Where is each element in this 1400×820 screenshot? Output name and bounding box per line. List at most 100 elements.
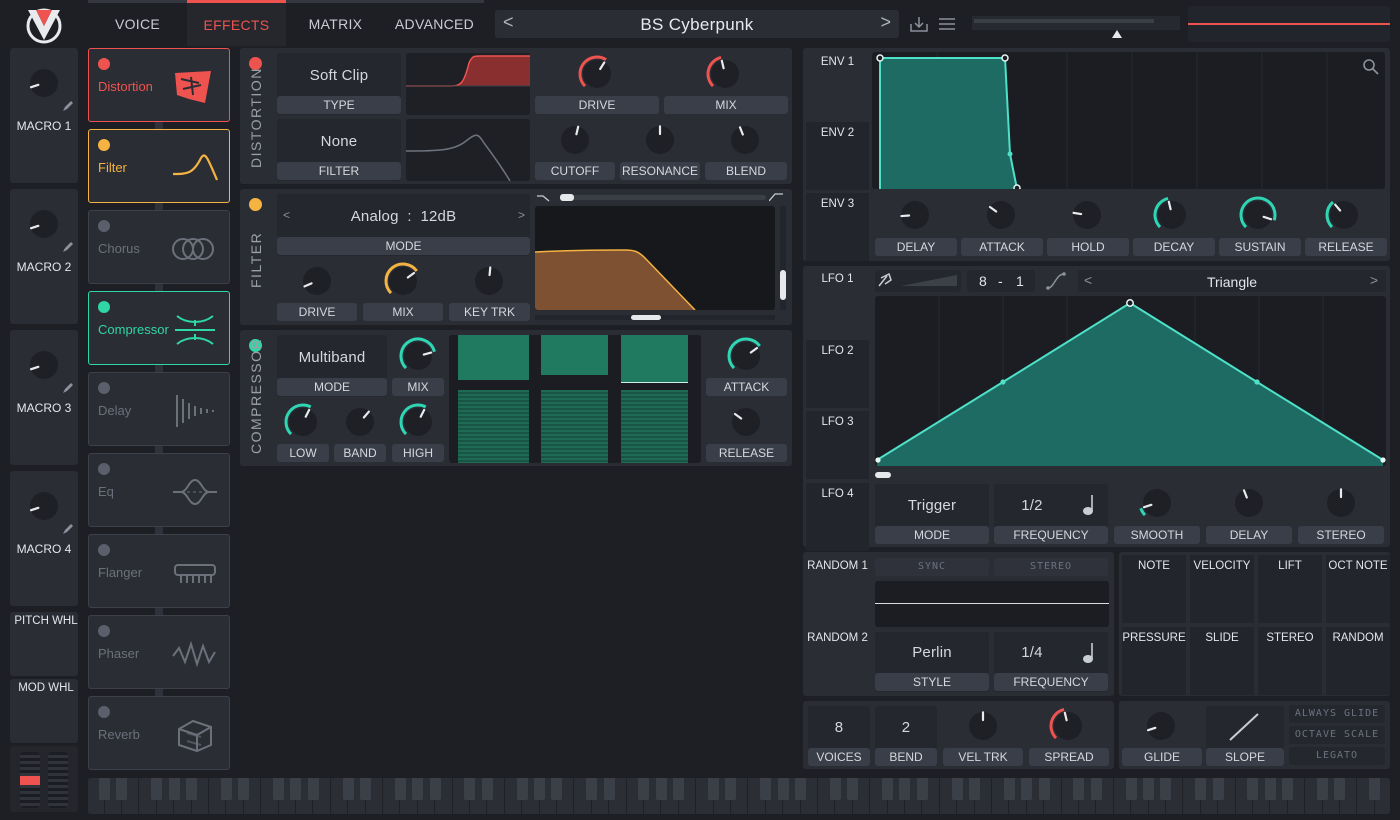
effect-slot-reverb[interactable]: Reverb — [88, 696, 230, 770]
black-key[interactable] — [1073, 778, 1085, 800]
black-key[interactable] — [1143, 778, 1154, 800]
env-slot-2[interactable]: ENV 2 — [806, 122, 869, 190]
distortion-drive-knob[interactable] — [577, 54, 617, 94]
effect-slot-compressor[interactable]: Compressor — [88, 291, 230, 365]
macro-knob[interactable] — [24, 204, 64, 244]
black-key[interactable] — [847, 778, 859, 800]
legato-toggle[interactable]: LEGATO — [1289, 747, 1385, 765]
bend-value[interactable]: 2 — [875, 719, 937, 736]
filter-mix-knob[interactable] — [383, 261, 423, 301]
preset-name[interactable]: BS Cyberpunk — [495, 15, 899, 35]
black-key[interactable] — [1212, 778, 1224, 800]
black-key[interactable] — [1264, 778, 1276, 800]
black-key[interactable] — [1369, 778, 1381, 800]
effect-power-button[interactable] — [98, 463, 110, 475]
lfo-grid-size[interactable]: 8 - 1 — [967, 270, 1035, 292]
black-key[interactable] — [673, 778, 685, 800]
compressor-band-knob[interactable] — [340, 402, 380, 442]
black-key[interactable] — [412, 778, 424, 800]
black-key[interactable] — [342, 778, 354, 800]
distortion-blend-knob[interactable] — [725, 120, 765, 160]
pitch-wheel[interactable] — [20, 752, 40, 808]
compressor-release-knob[interactable] — [726, 402, 766, 442]
black-key[interactable] — [603, 778, 615, 800]
black-key[interactable] — [1282, 778, 1294, 800]
effect-slot-eq[interactable]: Eq — [88, 453, 230, 527]
black-key[interactable] — [516, 778, 528, 800]
mod-source-random[interactable]: RANDOM — [1326, 627, 1390, 695]
filter-drive-knob[interactable] — [297, 261, 337, 301]
velocity-track-knob[interactable] — [963, 706, 1003, 746]
black-key[interactable] — [951, 778, 963, 800]
edit-icon[interactable] — [62, 240, 74, 252]
save-icon[interactable] — [910, 16, 928, 32]
lfo-slot-2[interactable]: LFO 2 — [806, 339, 869, 408]
filter-key-track-knob[interactable] — [469, 261, 509, 301]
black-key[interactable] — [429, 778, 441, 800]
env-hold-knob[interactable] — [1067, 195, 1107, 235]
compressor-band-display[interactable] — [449, 335, 701, 463]
lfo-delay-knob[interactable] — [1229, 483, 1269, 523]
lfo-paint-button[interactable] — [875, 270, 961, 292]
black-key[interactable] — [1038, 778, 1050, 800]
distortion-resonance-knob[interactable] — [640, 120, 680, 160]
filter-blend-left-icon[interactable] — [537, 190, 551, 202]
black-key[interactable] — [273, 778, 284, 800]
effect-power-button[interactable] — [98, 706, 110, 718]
macro-knob[interactable] — [24, 345, 64, 385]
lfo-smooth-knob[interactable] — [1137, 483, 1177, 523]
lfo-mode-value[interactable]: Trigger — [875, 497, 989, 514]
lfo-graph[interactable] — [875, 296, 1386, 466]
effect-power-button[interactable] — [98, 625, 110, 637]
black-key[interactable] — [1160, 778, 1172, 800]
random-frequency-value[interactable]: 1/4 — [994, 644, 1070, 661]
black-key[interactable] — [586, 778, 598, 800]
black-key[interactable] — [882, 778, 893, 800]
tab-advanced[interactable]: ADVANCED — [385, 0, 484, 46]
macro-knob[interactable] — [24, 63, 64, 103]
black-key[interactable] — [99, 778, 110, 800]
lfo-grid-y[interactable]: 1 — [1016, 273, 1024, 289]
env-sustain-knob[interactable] — [1238, 195, 1278, 235]
effect-power-button[interactable] — [98, 301, 110, 313]
lfo-slot-4[interactable]: LFO 4 — [806, 482, 869, 551]
black-key[interactable] — [725, 778, 737, 800]
black-key[interactable] — [360, 778, 371, 800]
filter-mode-value[interactable]: Analog : 12dB — [277, 208, 530, 225]
random-slot-2[interactable]: RANDOM 2 — [806, 627, 869, 694]
black-key[interactable] — [534, 778, 545, 800]
effect-slot-distortion[interactable]: Distortion — [88, 48, 230, 122]
env-attack-knob[interactable] — [981, 195, 1021, 235]
mod-source-pressure[interactable]: PRESSURE — [1122, 627, 1186, 695]
next-preset-button[interactable]: > — [880, 12, 891, 33]
black-key[interactable] — [394, 778, 406, 800]
black-key[interactable] — [1125, 778, 1137, 800]
lfo-shape-selector[interactable]: < Triangle > — [1078, 270, 1386, 292]
compressor-mode-value[interactable]: Multiband — [277, 349, 387, 366]
mod-wheel[interactable] — [48, 752, 68, 808]
black-key[interactable] — [969, 778, 980, 800]
voices-value[interactable]: 8 — [808, 719, 870, 736]
tempo-sync-icon[interactable] — [1082, 494, 1096, 516]
edit-icon[interactable] — [62, 381, 74, 393]
effect-slot-filter[interactable]: Filter — [88, 129, 230, 203]
effect-power-button[interactable] — [98, 220, 110, 232]
distortion-mix-knob[interactable] — [705, 54, 745, 94]
black-key[interactable] — [151, 778, 163, 800]
tab-matrix[interactable]: MATRIX — [286, 0, 385, 46]
black-key[interactable] — [777, 778, 789, 800]
filter-blend-right-icon[interactable] — [768, 190, 783, 202]
black-key[interactable] — [760, 778, 772, 800]
preset-selector[interactable]: < BS Cyberpunk > — [495, 10, 899, 38]
black-key[interactable] — [795, 778, 806, 800]
effect-power-button[interactable] — [98, 382, 110, 394]
env-slot-1[interactable]: ENV 1 — [806, 51, 869, 119]
random-sync-toggle[interactable]: SYNC — [875, 558, 989, 576]
black-key[interactable] — [464, 778, 476, 800]
mod-source-velocity[interactable]: VELOCITY — [1190, 555, 1254, 623]
black-key[interactable] — [638, 778, 650, 800]
env-slot-3[interactable]: ENV 3 — [806, 193, 869, 261]
macro-knob[interactable] — [24, 486, 64, 526]
edit-icon[interactable] — [62, 99, 74, 111]
effect-power-button[interactable] — [98, 58, 110, 70]
